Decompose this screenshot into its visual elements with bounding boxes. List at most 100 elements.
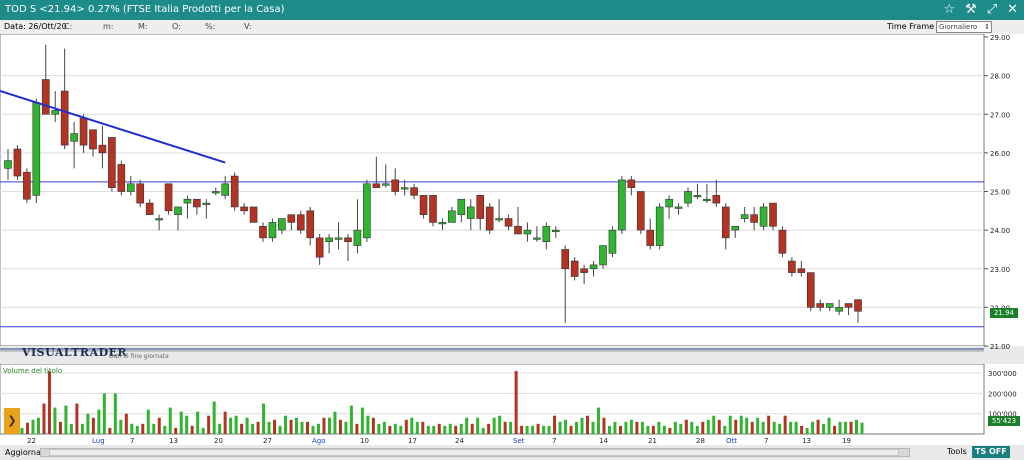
volume-bar <box>201 427 205 434</box>
candle-body <box>788 260 796 273</box>
volume-bar <box>706 419 710 434</box>
volume-bar <box>690 421 694 434</box>
x-tick-label: Ott <box>726 437 737 445</box>
volume-bar <box>229 417 233 434</box>
scrollbar-thumb[interactable] <box>49 449 899 456</box>
candle-body <box>193 198 201 208</box>
volume-bar <box>838 421 842 434</box>
candle-body <box>429 195 437 223</box>
info-bar: Data: 26/Ott/20 C: m: M: O: %: V: Time F… <box>0 20 1024 34</box>
volume-bar <box>618 425 622 434</box>
volume-bar <box>141 423 145 434</box>
volume-bar <box>585 415 589 434</box>
price-panel-frame <box>0 34 985 347</box>
candle-body <box>4 160 12 169</box>
chart-area[interactable]: 29.0028.0027.0026.0025.0024.0023.0022.00… <box>0 34 1024 445</box>
volume-bar <box>284 415 288 434</box>
volume-bar <box>536 423 540 434</box>
volume-bar <box>371 417 375 434</box>
horizontal-scrollbar[interactable] <box>40 448 910 457</box>
volume-bar <box>410 417 414 434</box>
volume-bar <box>591 421 595 434</box>
volume-bar <box>146 409 150 434</box>
volume-bar <box>333 411 337 434</box>
volume-bar <box>245 417 249 434</box>
volume-bar <box>338 419 342 434</box>
app-window: TOD S <21.94> 0.27% (FTSE Italia Prodott… <box>0 0 1024 460</box>
volume-bar <box>723 425 727 434</box>
aggiorna-button[interactable]: Aggiorna <box>5 448 41 457</box>
volume-bar <box>393 423 397 434</box>
volume-bar <box>503 421 507 434</box>
volume-bar <box>190 425 194 434</box>
settings-icon[interactable]: ⚒ <box>965 2 977 17</box>
volume-bar <box>262 403 266 434</box>
field-min: m: <box>103 22 114 31</box>
last-price-badge: 21.94 <box>990 308 1018 318</box>
volume-bar <box>673 421 677 434</box>
volume-bar <box>300 421 304 434</box>
candle-body <box>825 303 834 308</box>
candle-body <box>164 183 173 212</box>
candle-body <box>296 214 305 231</box>
tools-button[interactable]: Tools <box>944 446 970 458</box>
volume-bar <box>564 419 568 434</box>
volume-bar <box>569 425 573 434</box>
price-chart[interactable]: 29.0028.0027.0026.0025.0024.0023.0022.00… <box>0 34 1024 445</box>
candle-body <box>693 195 702 198</box>
volume-bar <box>470 423 474 434</box>
candle-body <box>249 206 258 223</box>
candle-body <box>551 229 560 232</box>
volume-bar <box>432 425 436 434</box>
candle-body <box>495 218 503 221</box>
title-bar: TOD S <21.94> 0.27% (FTSE Italia Prodott… <box>0 0 1024 20</box>
volume-bar <box>794 421 798 434</box>
candle-body <box>523 229 532 235</box>
volume-bar <box>223 411 227 434</box>
volume-bar <box>20 427 24 434</box>
volume-bar <box>481 427 485 434</box>
x-tick-label: 13 <box>169 437 178 445</box>
volume-bar <box>152 423 156 434</box>
candle-body <box>797 268 806 273</box>
volume-bar <box>761 421 765 434</box>
volume-bar <box>404 419 408 434</box>
status-bar: Aggiorna Tools TS OFF <box>0 445 1024 460</box>
date-readout: Data: 26/Ott/20 <box>4 22 67 31</box>
volume-bar <box>212 401 216 434</box>
x-tick-label: 7 <box>130 437 134 445</box>
price-tick-label: 29.00 <box>990 34 1010 42</box>
candle-body <box>268 222 277 239</box>
price-tick-label: 28.00 <box>990 73 1010 81</box>
candle-body <box>844 303 853 308</box>
star-icon[interactable]: ☆ <box>943 2 955 17</box>
chevron-right-icon[interactable]: ❯ <box>4 408 20 434</box>
volume-bar <box>717 419 721 434</box>
ts-off-button[interactable]: TS OFF <box>972 446 1010 458</box>
candle-body <box>580 268 588 273</box>
candle-body <box>306 210 315 239</box>
volume-bar <box>86 413 90 434</box>
volume-bar <box>695 425 699 434</box>
eod-note: Dati di fine giornata <box>109 353 169 360</box>
volume-tick-label: 200'000 <box>988 390 1017 398</box>
restore-icon[interactable]: ⤢ <box>987 2 997 17</box>
volume-bar <box>811 421 815 434</box>
time-frame-select[interactable]: Giornaliero ⇕ <box>936 21 992 33</box>
candle-body <box>533 237 541 240</box>
candle-body <box>344 237 352 243</box>
volume-bar <box>476 417 480 434</box>
volume-bar <box>234 415 238 434</box>
volume-bar <box>157 417 161 434</box>
volume-bar <box>256 421 260 434</box>
volume-bar <box>454 425 458 434</box>
candle-body <box>674 206 683 209</box>
x-tick-label: 19 <box>842 437 851 445</box>
candle-body <box>769 202 777 227</box>
close-icon[interactable]: ✕ <box>1007 2 1018 17</box>
candle-body <box>315 237 324 258</box>
candle-body <box>155 218 163 221</box>
candle-body <box>627 179 636 188</box>
candle-body <box>570 260 579 277</box>
candle-body <box>485 206 494 231</box>
